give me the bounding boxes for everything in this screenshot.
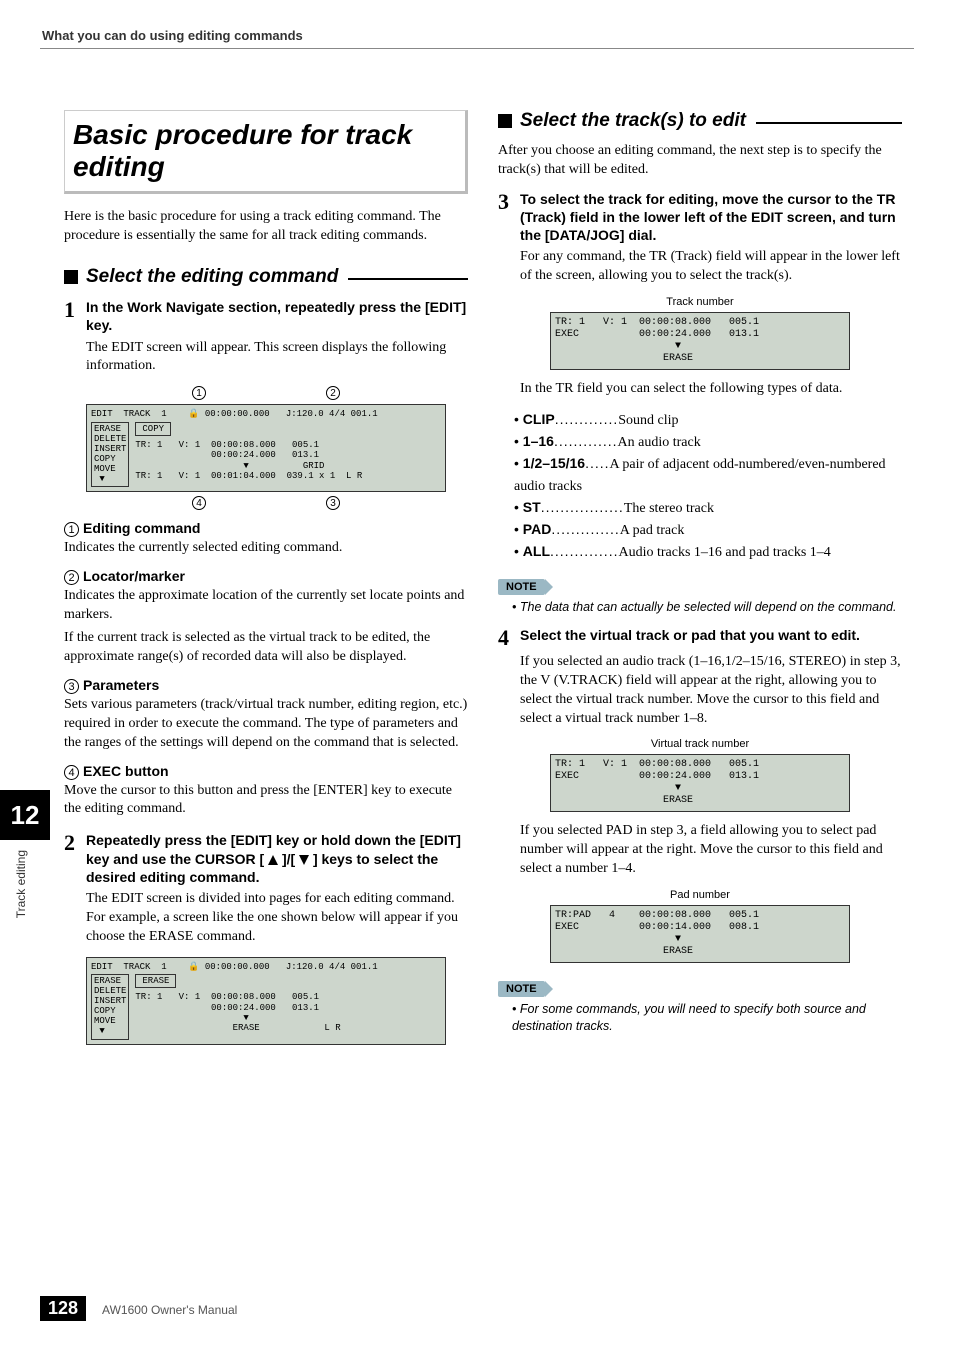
header-rule [40,48,914,49]
figure1-top-callouts: 1 2 [64,386,468,400]
list-item: ST.................The stereo track [514,497,902,519]
page-number: 128 [40,1296,86,1321]
figure1-bottom-callouts: 4 3 [64,496,468,510]
step-number: 4 [498,627,520,649]
footer-text: AW1600 Owner's Manual [102,1303,237,1317]
step-body: For any command, the TR (Track) field wi… [520,248,902,286]
running-header: What you can do using editing commands [42,28,303,43]
list-item: CLIP.............Sound clip [514,409,902,431]
tr-field-types: CLIP.............Sound clip 1–16........… [514,409,902,563]
note-tag: NOTE [498,579,545,595]
lcd-params: TR: 1 V: 1 00:00:08.000 005.1 00:00:24.0… [135,992,441,1033]
step-2: 2 Repeatedly press the [EDIT] key or hol… [64,831,468,886]
step-title: To select the track for editing, move th… [520,190,902,245]
after-fig3: In the TR field you can select the follo… [520,380,902,399]
step-number: 1 [64,299,86,321]
legend-2-body1: Indicates the approximate location of th… [64,587,468,625]
legend-2: 2Locator/marker [64,568,468,585]
rule-line [348,278,468,280]
figure4-lcd: TR: 1 V: 1 00:00:08.000 005.1 EXEC 00:00… [550,754,850,812]
after-fig4: If you selected PAD in step 3, a field a… [520,822,902,879]
callout-2-icon: 2 [326,386,340,400]
lcd-command: ERASE [135,974,176,988]
lcd-params: TR: 1 V: 1 00:00:08.000 005.1 00:00:24.0… [135,440,441,481]
subheading-text: Select the editing command [86,266,338,288]
cursor-down-icon [299,855,309,865]
legend-2-body2: If the current track is selected as the … [64,629,468,667]
step-1: 1 In the Work Navigate section, repeated… [64,298,468,334]
step-body: If you selected an audio track (1–16,1/2… [520,653,902,729]
legend-1-body: Indicates the currently selected editing… [64,539,468,558]
rule-line [756,122,902,124]
step-4: 4 Select the virtual track or pad that y… [498,626,902,649]
square-bullet-icon [64,270,78,284]
intro2: After you choose an editing command, the… [498,142,902,180]
callout-4-icon: 4 [192,496,206,510]
step-title: Repeatedly press the [EDIT] key or hold … [86,831,468,886]
step-3: 3 To select the track for editing, move … [498,190,902,245]
fig3-caption: Track number [498,296,902,308]
callout-3-icon: 3 [326,496,340,510]
subheading-text: Select the track(s) to edit [520,110,746,132]
lcd-command: COPY [135,422,171,436]
fig5-caption: Pad number [498,889,902,901]
step-number: 2 [64,832,86,854]
cursor-up-icon [268,855,278,865]
step-title: In the Work Navigate section, repeatedly… [86,298,468,334]
square-bullet-icon [498,114,512,128]
lcd-menu: ERASE DELETE INSERT COPY MOVE ▼ [91,422,129,487]
figure3-lcd: TR: 1 V: 1 00:00:08.000 005.1 EXEC 00:00… [550,312,850,370]
legend-3-body: Sets various parameters (track/virtual t… [64,696,468,753]
list-item: PAD..............A pad track [514,519,902,541]
list-item: 1/2–15/16.....A pair of adjacent odd-num… [514,453,902,497]
figure1-lcd: EDIT TRACK 1 🔒 00:00:00.000 J:120.0 4/4 … [86,404,446,492]
note-tag: NOTE [498,981,545,997]
intro-paragraph: Here is the basic procedure for using a … [64,208,468,246]
section-title: Basic procedure for track editing [64,110,468,194]
step-title: Select the virtual track or pad that you… [520,626,860,644]
callout-1-icon: 1 [192,386,206,400]
lcd-title: EDIT TRACK 1 🔒 00:00:00.000 J:120.0 4/4 … [91,962,441,973]
chapter-label: Track editing [14,850,28,918]
chapter-number-tab: 12 [0,790,50,840]
subheading-select-command: Select the editing command [64,266,468,288]
list-item: ALL..............Audio tracks 1–16 and p… [514,541,902,563]
list-item: 1–16.............An audio track [514,431,902,453]
legend-1: 1Editing command [64,520,468,537]
lcd-menu: ERASE DELETE INSERT COPY MOVE ▼ [91,974,129,1039]
note-body: • The data that can actually be selected… [512,599,902,616]
step-body: The EDIT screen is divided into pages fo… [86,890,468,947]
legend-4-body: Move the cursor to this button and press… [64,782,468,820]
figure5-lcd: TR:PAD 4 00:00:08.000 005.1 EXEC 00:00:1… [550,905,850,963]
legend-4: 4EXEC button [64,763,468,780]
step-body: The EDIT screen will appear. This screen… [86,339,468,377]
figure2-lcd: EDIT TRACK 1 🔒 00:00:00.000 J:120.0 4/4 … [86,957,446,1045]
lcd-title: EDIT TRACK 1 🔒 00:00:00.000 J:120.0 4/4 … [91,409,441,420]
right-column: Select the track(s) to edit After you ch… [498,110,902,1049]
legend-3: 3Parameters [64,677,468,694]
note-body: • For some commands, you will need to sp… [512,1001,902,1035]
step-number: 3 [498,191,520,213]
subheading-select-track: Select the track(s) to edit [498,110,902,132]
footer: 128 AW1600 Owner's Manual [40,1296,237,1321]
fig4-caption: Virtual track number [498,738,902,750]
left-column: Basic procedure for track editing Here i… [64,110,468,1049]
